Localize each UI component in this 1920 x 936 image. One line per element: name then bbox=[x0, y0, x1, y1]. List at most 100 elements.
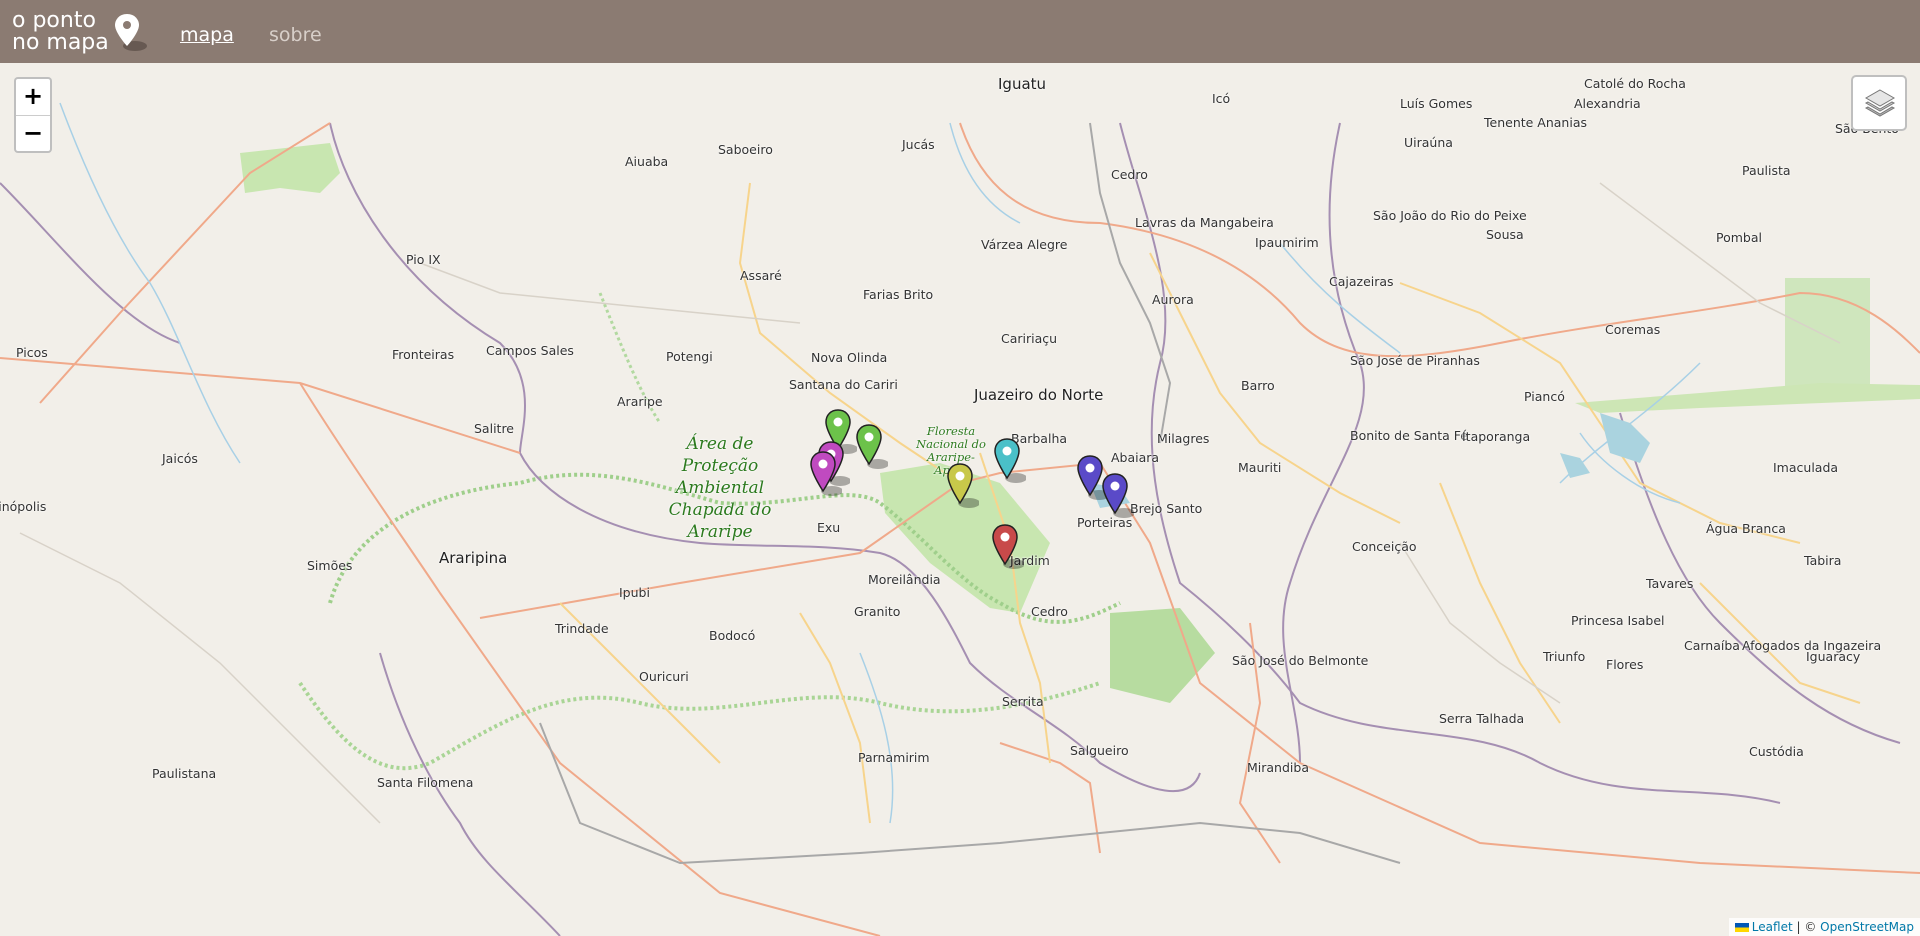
place-label: Jucás bbox=[902, 137, 935, 152]
place-label: Cajazeiras bbox=[1329, 274, 1394, 289]
place-label: Simões bbox=[307, 558, 353, 573]
place-label: Iguaracy bbox=[1806, 649, 1861, 664]
green-area bbox=[1110, 608, 1215, 703]
green-area bbox=[240, 143, 340, 193]
place-label: Farias Brito bbox=[863, 287, 934, 302]
place-label: Itaporanga bbox=[1462, 429, 1531, 444]
navbar: o ponto no mapa mapa sobre bbox=[0, 0, 1920, 63]
place-label: Serra Talhada bbox=[1439, 711, 1525, 726]
map-attribution: Leaflet | © OpenStreetMap bbox=[1728, 918, 1920, 936]
leaflet-link[interactable]: Leaflet bbox=[1752, 920, 1793, 934]
place-label: Trindade bbox=[555, 621, 609, 636]
layers-button[interactable] bbox=[1851, 75, 1907, 131]
zoom-control: + − bbox=[14, 77, 52, 153]
place-label: Abaiara bbox=[1111, 450, 1160, 465]
place-label: Cedro bbox=[1031, 604, 1068, 619]
attribution-separator: | © bbox=[1792, 920, 1821, 934]
place-label: Ouricuri bbox=[639, 669, 689, 684]
place-label: Mirandiba bbox=[1247, 760, 1309, 775]
place-label: Milagres bbox=[1157, 431, 1210, 446]
map-marker[interactable] bbox=[947, 463, 979, 509]
place-label: Exu bbox=[817, 520, 841, 535]
map-pin-icon bbox=[115, 14, 147, 51]
brand-line-2: no mapa bbox=[12, 30, 109, 55]
place-label: Catolé do Rocha bbox=[1584, 76, 1686, 91]
place-label: Icó bbox=[1212, 91, 1231, 106]
place-label: Assaré bbox=[740, 268, 782, 283]
place-label: Tabira bbox=[1804, 553, 1842, 568]
place-label: Moreilândia bbox=[868, 572, 941, 587]
zoom-out-button[interactable]: − bbox=[16, 115, 50, 151]
place-label: Uiraúna bbox=[1404, 135, 1453, 150]
protected-area-label: Área de Proteção Ambiental Chapada do Ar… bbox=[668, 434, 772, 542]
place-label: Custódia bbox=[1749, 744, 1804, 759]
place-label: Tavares bbox=[1646, 576, 1694, 591]
place-label: Fronteiras bbox=[392, 347, 455, 362]
place-label: Ipaumirim bbox=[1255, 235, 1319, 250]
place-label: Serrita bbox=[1002, 694, 1044, 709]
place-label: Saboeiro bbox=[718, 142, 773, 157]
map-marker[interactable] bbox=[856, 424, 888, 470]
nav-link-map[interactable]: mapa bbox=[180, 24, 234, 46]
place-label: Itainópolis bbox=[0, 499, 47, 514]
map-container[interactable]: Iguatu Icó Catolé do Rocha Luís Gomes Al… bbox=[0, 63, 1920, 936]
layers-icon bbox=[1864, 89, 1896, 117]
place-label: Juazeiro do Norte bbox=[974, 386, 1104, 404]
place-label: São José do Belmonte bbox=[1232, 653, 1369, 668]
nav-link-about[interactable]: sobre bbox=[269, 24, 322, 46]
place-label: Bodocó bbox=[709, 628, 756, 643]
brand-line-1: o ponto bbox=[12, 8, 96, 33]
zoom-in-button[interactable]: + bbox=[16, 79, 50, 115]
place-label: Pio IX bbox=[406, 252, 441, 267]
place-label: Triunfo bbox=[1543, 649, 1586, 664]
place-label: Água Branca bbox=[1706, 521, 1786, 536]
ukraine-flag-icon bbox=[1734, 923, 1749, 932]
place-label: Sousa bbox=[1486, 227, 1524, 242]
place-label: Luís Gomes bbox=[1400, 96, 1473, 111]
place-label: São José de Piranhas bbox=[1350, 353, 1480, 368]
place-label: Salgueiro bbox=[1070, 743, 1129, 758]
place-label: Princesa Isabel bbox=[1571, 613, 1665, 628]
openstreetmap-link[interactable]: OpenStreetMap bbox=[1820, 920, 1914, 934]
place-label: Araripe bbox=[617, 394, 663, 409]
place-label: Pombal bbox=[1716, 230, 1762, 245]
place-label: Granito bbox=[854, 604, 901, 619]
place-label: Picos bbox=[16, 345, 48, 360]
place-label: Iguatu bbox=[998, 75, 1047, 93]
place-label: Conceição bbox=[1352, 539, 1417, 554]
place-label: Nova Olinda bbox=[811, 350, 888, 365]
place-label: Brejo Santo bbox=[1130, 501, 1203, 516]
brand-logo[interactable]: o ponto no mapa bbox=[12, 10, 109, 54]
place-label: Santana do Cariri bbox=[789, 377, 898, 392]
place-label: Aiuaba bbox=[625, 154, 669, 169]
place-label: São João do Rio do Peixe bbox=[1373, 208, 1527, 223]
place-label: Cedro bbox=[1111, 167, 1148, 182]
place-label: Jaicós bbox=[162, 451, 198, 466]
place-label: Flores bbox=[1606, 657, 1644, 672]
green-area bbox=[1575, 383, 1920, 413]
place-label: Caririaçu bbox=[1001, 331, 1058, 346]
place-label: Várzea Alegre bbox=[981, 237, 1068, 252]
place-label: Aurora bbox=[1152, 292, 1194, 307]
place-label: Imaculada bbox=[1773, 460, 1839, 475]
place-label: Bonito de Santa Fé bbox=[1350, 428, 1468, 443]
place-label: Piancó bbox=[1524, 389, 1565, 404]
map-marker[interactable] bbox=[992, 524, 1024, 570]
place-label: Mauriti bbox=[1238, 460, 1282, 475]
map-marker[interactable] bbox=[1102, 473, 1134, 519]
place-label: Potengi bbox=[666, 349, 713, 364]
map-marker[interactable] bbox=[810, 451, 842, 497]
place-label: Santa Filomena bbox=[377, 775, 474, 790]
place-label: Tenente Ananias bbox=[1484, 115, 1588, 130]
place-label: Coremas bbox=[1605, 322, 1661, 337]
map-marker[interactable] bbox=[994, 438, 1026, 484]
place-label: Parnamirim bbox=[858, 750, 930, 765]
place-label: Paulistana bbox=[152, 766, 217, 781]
place-label: Araripina bbox=[439, 549, 508, 567]
place-label: Paulista bbox=[1742, 163, 1791, 178]
place-label: Ipubi bbox=[619, 585, 650, 600]
place-label: Salitre bbox=[474, 421, 514, 436]
place-label: Lavras da Mangabeira bbox=[1135, 215, 1274, 230]
place-label: Campos Sales bbox=[486, 343, 574, 358]
place-label: Barro bbox=[1241, 378, 1275, 393]
